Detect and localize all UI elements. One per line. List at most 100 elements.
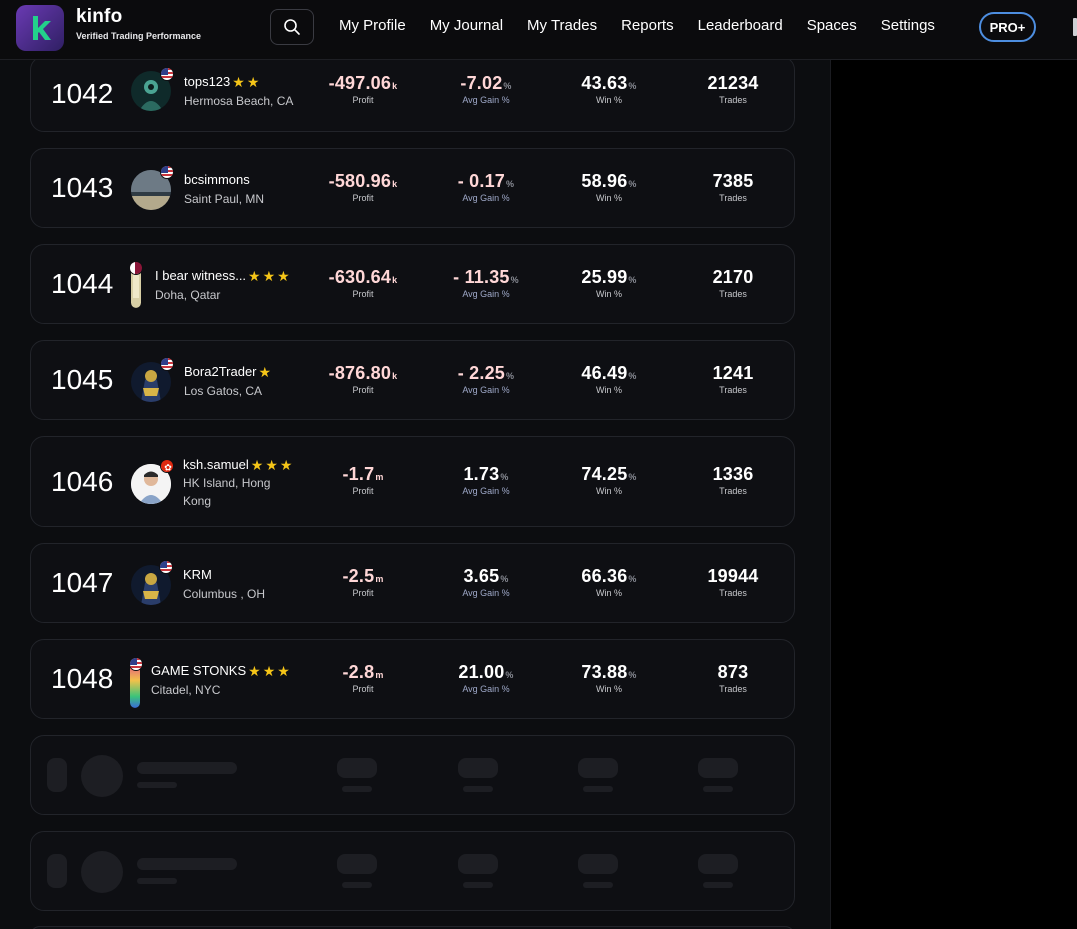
username[interactable]: tops123 ★ ★ (184, 74, 259, 89)
leaderboard-row[interactable]: 1046 ✿ ksh.samuel ★ ★ ★ HK Island, Hong Ko… (30, 436, 795, 527)
profit-stat: -580.96k Profit (303, 171, 423, 203)
skeleton-profit-label (342, 786, 372, 792)
username[interactable]: bcsimmons (184, 172, 250, 187)
rank-number: 1043 (51, 172, 114, 203)
star-icon: ★ (246, 73, 260, 90)
profit-value: -630.64 (328, 267, 392, 287)
username[interactable]: KRM (183, 567, 212, 582)
profit-unit: k (392, 179, 398, 189)
avg-gain-label: Avg Gain % (462, 385, 510, 395)
user-location: HK Island, Hong Kong (183, 474, 270, 510)
nav-leaderboard[interactable]: Leaderboard (698, 17, 783, 34)
username-text: bcsimmons (184, 172, 250, 187)
skeleton-location (137, 782, 177, 788)
win-label: Win % (595, 588, 622, 598)
profit-label: Profit (352, 289, 374, 299)
menu-edge-icon[interactable] (1073, 18, 1077, 36)
skeleton-name (137, 858, 237, 870)
brand-name: kinfo (76, 6, 123, 27)
trades-value: 21234 (707, 73, 759, 93)
profit-stat: -876.80k Profit (303, 363, 423, 395)
trades-stat: 873 Trades (673, 662, 793, 694)
skeleton-profit (337, 758, 377, 778)
avg-gain-unit: % (500, 574, 509, 584)
star-icon: ★ (262, 267, 276, 284)
search-button[interactable] (270, 9, 314, 45)
skeleton-profit (337, 854, 377, 874)
trades-stat: 19944 Trades (673, 566, 793, 598)
username[interactable]: ksh.samuel ★ ★ ★ (183, 457, 292, 472)
star-icon: ★ (265, 456, 278, 473)
leaderboard-row[interactable]: 1043 bcsimmons Saint Paul, MN -580.96k P… (30, 148, 795, 228)
nav-my-journal[interactable]: My Journal (430, 17, 503, 34)
win-label: Win % (595, 684, 622, 694)
profit-unit: m (375, 574, 384, 584)
rank-number: 1045 (51, 364, 114, 395)
user-location-line2: Kong (183, 494, 212, 508)
trades-label: Trades (719, 588, 747, 598)
country-flag-hk-icon: ✿ (160, 459, 174, 473)
profit-label: Profit (352, 385, 374, 395)
win-stat: 73.88% Win % (549, 662, 669, 694)
win-unit: % (628, 670, 637, 680)
avg-gain-value: - 11.35 (453, 267, 510, 287)
skeleton-avatar (81, 755, 123, 797)
trades-stat: 21234 Trades (673, 73, 793, 105)
nav-reports[interactable]: Reports (621, 17, 674, 34)
skeleton-rank (47, 854, 67, 888)
trades-value: 1241 (712, 363, 754, 383)
user-location: Los Gatos, CA (184, 384, 263, 398)
username-text: KRM (183, 567, 212, 582)
avg-gain-value: 21.00 (458, 662, 505, 682)
username[interactable]: I bear witness... ★ ★ ★ (155, 268, 290, 283)
nav-my-profile[interactable]: My Profile (339, 17, 406, 34)
win-label: Win % (595, 193, 622, 203)
avg-gain-label: Avg Gain % (462, 486, 510, 496)
win-unit: % (628, 179, 637, 189)
leaderboard-row[interactable]: 1044 I bear witness... ★ ★ ★ Doha, Qatar -… (30, 244, 795, 324)
skeleton-win (578, 758, 618, 778)
country-flag-us-icon (160, 165, 174, 179)
nav-settings[interactable]: Settings (881, 17, 935, 34)
country-flag-us-icon (159, 560, 173, 574)
nav-spaces[interactable]: Spaces (807, 17, 857, 34)
leaderboard-row[interactable]: 1048 GAME STONKS ★ ★ ★ Citadel, NYC -2.8m … (30, 639, 795, 719)
country-flag-us-icon (160, 357, 174, 371)
profit-value: -2.8 (342, 662, 375, 682)
username[interactable]: GAME STONKS ★ ★ ★ (151, 663, 290, 678)
leaderboard-row[interactable]: 1047 KRM Columbus , OH -2.5m Profit 3.65… (30, 543, 795, 623)
leaderboard-row[interactable]: 1042 tops123 ★ ★ Hermosa Beach, CA -497.0… (30, 60, 795, 132)
skeleton-row (30, 831, 795, 911)
win-value: 74.25 (581, 464, 628, 484)
rank-number: 1048 (51, 663, 114, 694)
win-value: 66.36 (581, 566, 628, 586)
skeleton-gain (458, 758, 498, 778)
avg-gain-stat: 3.65% Avg Gain % (426, 566, 546, 598)
star-icon: ★ (277, 662, 290, 679)
star-icon: ★ (232, 73, 245, 90)
rank-number: 1044 (51, 268, 114, 299)
username-text: GAME STONKS (151, 663, 247, 678)
search-icon (284, 19, 300, 35)
skeleton-profit-label (342, 882, 372, 888)
skeleton-name (137, 762, 237, 774)
win-label: Win % (595, 289, 622, 299)
skeleton-avatar (81, 851, 123, 893)
svg-text:✿: ✿ (164, 464, 172, 474)
pro-plus-button[interactable]: PRO+ (979, 12, 1036, 42)
kinfo-logo[interactable] (16, 5, 64, 51)
avg-gain-label: Avg Gain % (462, 95, 510, 105)
rank-number: 1042 (51, 78, 114, 109)
trades-value: 7385 (712, 171, 754, 191)
trades-value: 873 (717, 662, 749, 682)
avg-gain-label: Avg Gain % (462, 588, 510, 598)
user-location: Citadel, NYC (151, 683, 221, 697)
username[interactable]: Bora2Trader ★ (184, 364, 271, 379)
nav-my-trades[interactable]: My Trades (527, 17, 597, 34)
avg-gain-unit: % (510, 275, 519, 285)
star-icon: ★ (277, 267, 290, 284)
user-location-line1: HK Island, Hong (183, 476, 271, 490)
win-stat: 66.36% Win % (549, 566, 669, 598)
leaderboard-row[interactable]: 1045 Bora2Trader ★ Los Gatos, CA -876.80… (30, 340, 795, 420)
skeleton-gain-label (463, 882, 493, 888)
